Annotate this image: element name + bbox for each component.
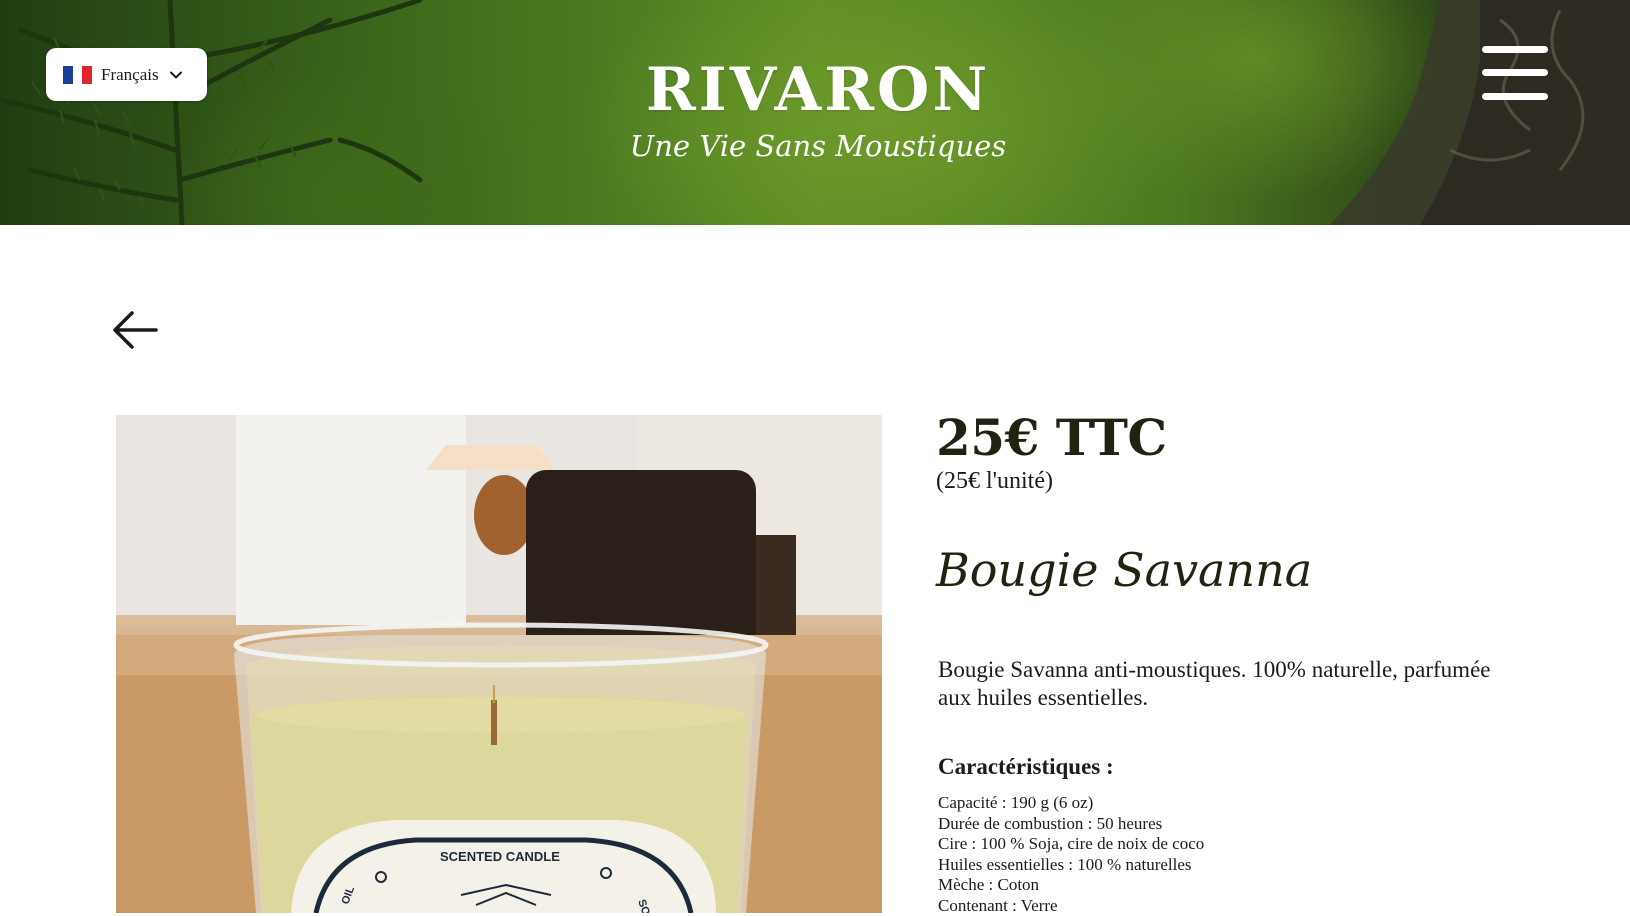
product-image[interactable]: SCENTED CANDLE OIL SOY bbox=[116, 415, 882, 913]
product-description: Bougie Savanna anti-moustiques. 100% nat… bbox=[938, 656, 1498, 712]
arrow-left-icon[interactable] bbox=[110, 305, 160, 355]
spec-item: Durée de combustion : 50 heures bbox=[938, 814, 1204, 835]
france-flag-icon bbox=[63, 66, 92, 84]
product-price: 25€ TTC bbox=[936, 408, 1167, 468]
hamburger-menu-icon[interactable] bbox=[1482, 46, 1548, 102]
specs-heading: Caractéristiques : bbox=[938, 754, 1114, 780]
spec-item: Cire : 100 % Soja, cire de noix de coco bbox=[938, 834, 1204, 855]
specs-list: Capacité : 190 g (6 oz) Durée de combust… bbox=[938, 793, 1204, 916]
language-label: Français bbox=[101, 65, 159, 85]
product-title: Bougie Savanna bbox=[936, 535, 1312, 605]
language-selector[interactable]: Français bbox=[46, 48, 207, 101]
unit-price: (25€ l'unité) bbox=[936, 466, 1167, 496]
spec-item: Mèche : Coton bbox=[938, 875, 1204, 896]
chevron-down-icon bbox=[169, 68, 183, 82]
price-block: 25€ TTC (25€ l'unité) bbox=[936, 408, 1167, 496]
brand-name: RIVARON bbox=[600, 52, 1036, 128]
spec-item: Capacité : 190 g (6 oz) bbox=[938, 793, 1204, 814]
candle-photo-illustration: SCENTED CANDLE OIL SOY bbox=[116, 415, 882, 913]
header-banner: Français RIVARON Une Vie Sans Moustiques bbox=[0, 0, 1630, 225]
spec-item: Huiles essentielles : 100 % naturelles bbox=[938, 855, 1204, 876]
candle-label-top: SCENTED CANDLE bbox=[440, 849, 560, 864]
brand-tagline: Une Vie Sans Moustiques bbox=[600, 126, 1036, 166]
brand-logo[interactable]: RIVARON Une Vie Sans Moustiques bbox=[600, 52, 1036, 166]
